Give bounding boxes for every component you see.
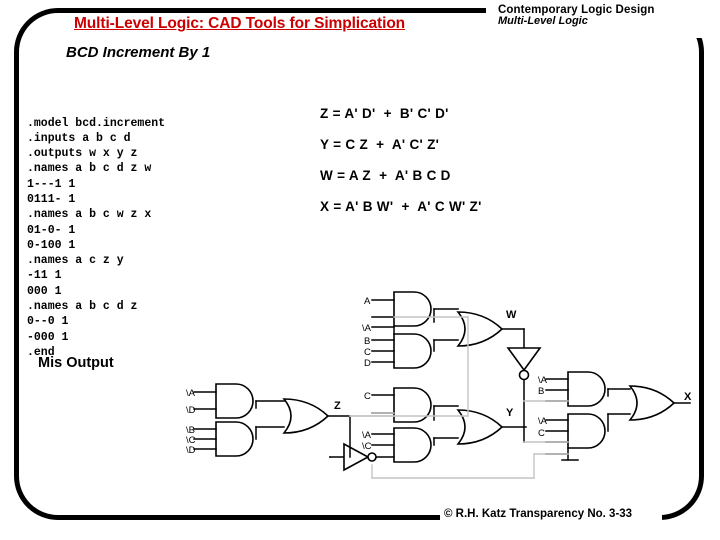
and-gate-z2: [193, 421, 254, 457]
equation-x: X = A' B W' + A' C W' Z': [320, 199, 482, 214]
circuit-label-w2-in2: B: [364, 336, 370, 347]
and-gate-w1: [371, 291, 432, 327]
circuit-label-w2-in3: C: [364, 347, 371, 358]
page-title: Multi-Level Logic: CAD Tools for Simplic…: [74, 15, 406, 32]
circuit-label-w2-in4: D: [364, 358, 371, 369]
circuit-label-w2-in1: \A: [362, 323, 372, 334]
mis-output-label: Mis Output: [38, 355, 114, 371]
circuit-output-label-z: Z: [334, 400, 341, 412]
circuit-output-label-w: W: [506, 309, 517, 321]
circuit-label-w1-in1: A: [364, 296, 371, 307]
logic-circuit-schematic: \A \D \B \C \D Z A \A B C D W C \A \C Y …: [186, 282, 698, 492]
circuit-label-z2-in3: \D: [186, 445, 196, 456]
and-gate-y1: [371, 387, 432, 423]
slide-canvas: Contemporary Logic Design Multi-Level Lo…: [0, 0, 720, 540]
header-chapter-title: Multi-Level Logic: [498, 15, 588, 28]
circuit-label-x1-in1: \A: [538, 375, 548, 386]
circuit-feedback-wires: [349, 316, 569, 479]
circuit-output-label-y: Y: [506, 407, 514, 419]
circuit-label-y2-in1: \A: [362, 430, 372, 441]
circuit-label-y2-in2: \C: [362, 441, 372, 452]
inverter-w: [506, 328, 542, 443]
circuit-label-x1-in2: B: [538, 386, 544, 397]
equation-list: Z = A' D' + B' C' D' Y = C Z + A' C' Z' …: [320, 106, 620, 230]
equation-y: Y = C Z + A' C' Z': [320, 137, 440, 152]
and-gate-z1: [193, 383, 254, 419]
footer-credit: © R.H. Katz Transparency No. 3-33: [444, 508, 633, 520]
equation-z: Z = A' D' + B' C' D': [320, 106, 449, 121]
circuit-label-x2-in2: C: [538, 428, 545, 439]
circuit-label-z1-in1: \A: [186, 388, 196, 399]
and-gate-x2: [545, 413, 606, 461]
slide-subtitle: BCD Increment By 1: [66, 44, 211, 61]
circuit-label-z1-in2: \D: [186, 405, 196, 416]
and-gate-w2: [371, 326, 432, 369]
circuit-label-x2-in1: \A: [538, 416, 548, 427]
circuit-label-y1-in1: C: [364, 391, 371, 402]
equation-w: W = A Z + A' B C D: [320, 168, 451, 183]
or-gate-x: [607, 385, 691, 432]
slide-header: Contemporary Logic Design Multi-Level Lo…: [498, 4, 718, 28]
and-gate-y2: [371, 427, 432, 463]
circuit-output-label-x: X: [684, 391, 692, 403]
blif-code-block: .model bcd.increment .inputs a b c d .ou…: [27, 116, 166, 359]
